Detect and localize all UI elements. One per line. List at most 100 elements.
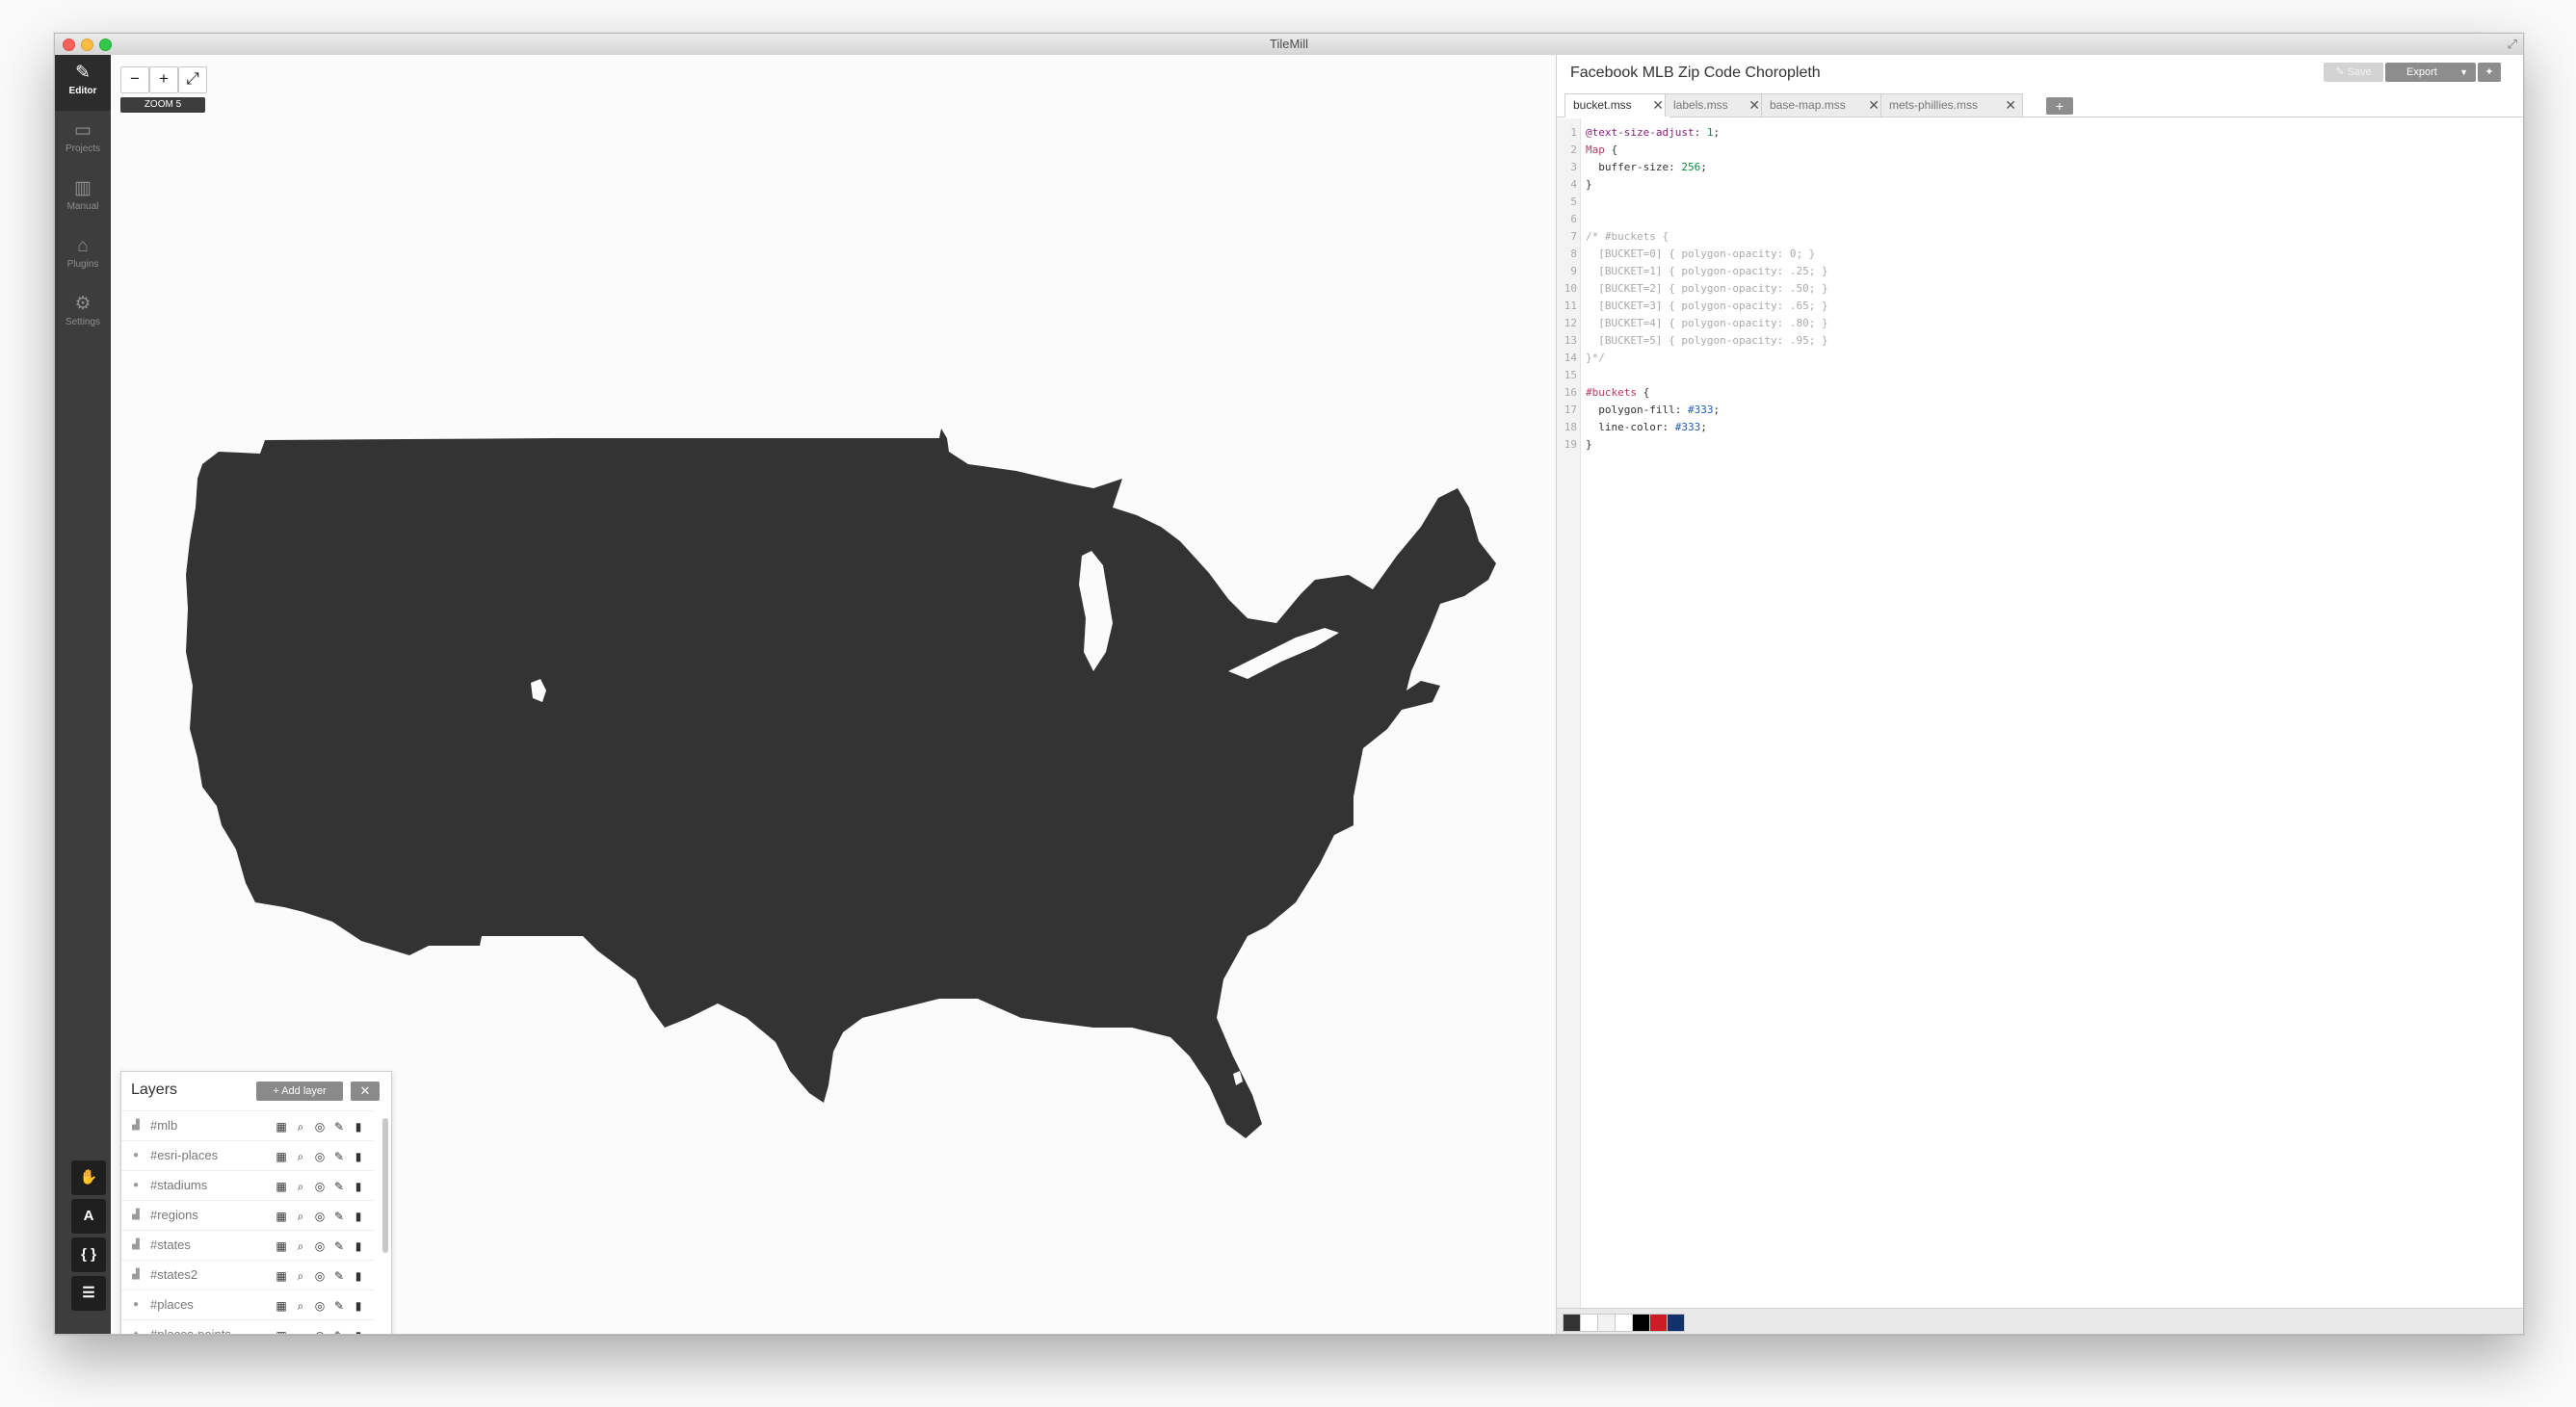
search-icon[interactable]: ⌕ <box>291 1180 310 1194</box>
code-line: [BUCKET=5] { polygon-opacity: .95; } <box>1586 334 1828 347</box>
sidebar-item-label: Projects <box>65 143 101 154</box>
table-icon[interactable]: ▦ <box>272 1239 291 1253</box>
line-number: 9 <box>1570 265 1577 277</box>
layer-row[interactable]: ▟ #states ▦ ⌕ ◎ ✎ ▮ <box>121 1230 374 1260</box>
add-layer-button[interactable]: + Add layer <box>256 1081 343 1101</box>
table-icon[interactable]: ▦ <box>272 1120 291 1133</box>
contiguous-us-landmass <box>186 429 1496 1138</box>
pencil-icon[interactable]: ✎ <box>329 1269 349 1283</box>
table-icon[interactable]: ▦ <box>272 1299 291 1313</box>
line-number: 14 <box>1564 352 1577 364</box>
line-number: 2 <box>1570 143 1577 156</box>
layer-actions: ▦⌕◎✎▮ <box>272 1297 368 1315</box>
export-label: Export <box>2406 66 2437 78</box>
fullscreen-window-icon[interactable]: ⤢ <box>2508 37 2517 52</box>
color-swatch[interactable] <box>1563 1314 1581 1332</box>
pencil-icon[interactable]: ✎ <box>329 1210 349 1223</box>
search-icon[interactable]: ⌕ <box>291 1299 310 1314</box>
pencil-icon[interactable]: ✎ <box>329 1120 349 1133</box>
eye-icon[interactable]: ◎ <box>310 1120 329 1133</box>
close-tab-icon[interactable]: ✕ <box>2005 94 2016 117</box>
pencil-icon[interactable]: ✎ <box>329 1329 349 1334</box>
trash-icon[interactable]: ▮ <box>349 1210 368 1223</box>
sidebar-item-projects[interactable]: ▭ Projects <box>55 113 111 169</box>
pencil-icon[interactable]: ✎ <box>329 1239 349 1253</box>
hand-tool-button[interactable]: ✋ <box>71 1160 106 1195</box>
trash-icon[interactable]: ▮ <box>349 1150 368 1163</box>
layers-scrollbar[interactable] <box>382 1118 388 1253</box>
search-icon[interactable]: ⌕ <box>291 1239 310 1254</box>
search-icon[interactable]: ⌕ <box>291 1120 310 1134</box>
project-settings-button[interactable]: ✦ <box>2478 63 2501 82</box>
eye-icon[interactable]: ◎ <box>310 1329 329 1334</box>
layer-row[interactable]: ● #places-points ▦⌕◎✎▮ <box>121 1319 374 1334</box>
pencil-icon[interactable]: ✎ <box>329 1180 349 1193</box>
project-title: Facebook MLB Zip Code Choropleth <box>1570 65 1821 81</box>
trash-icon[interactable]: ▮ <box>349 1120 368 1133</box>
layers-tool-button[interactable]: ☰ <box>71 1276 106 1311</box>
color-swatch[interactable] <box>1615 1314 1633 1332</box>
eye-icon[interactable]: ◎ <box>310 1150 329 1163</box>
layer-row[interactable]: ● #stadiums ▦ ⌕ ◎ ✎ ▮ <box>121 1170 374 1200</box>
color-swatch[interactable] <box>1632 1314 1650 1332</box>
search-icon[interactable]: ⌕ <box>291 1210 310 1224</box>
pencil-icon[interactable]: ✎ <box>329 1299 349 1313</box>
wrench-icon: ✦ <box>2484 66 2494 78</box>
close-tab-icon[interactable]: ✕ <box>1748 94 1760 117</box>
line-number: 3 <box>1570 161 1577 173</box>
tab-base-map-mss[interactable]: base-map.mss ✕ <box>1761 93 1886 117</box>
sidebar-item-settings[interactable]: ⚙ Settings <box>55 286 111 342</box>
trash-icon[interactable]: ▮ <box>349 1269 368 1283</box>
trash-icon[interactable]: ▮ <box>349 1180 368 1193</box>
sidebar-item-plugins[interactable]: ⌂ Plugins <box>55 228 111 284</box>
layer-row[interactable]: ▟ #regions ▦ ⌕ ◎ ✎ ▮ <box>121 1200 374 1230</box>
table-icon[interactable]: ▦ <box>272 1329 291 1334</box>
layers-header: Layers + Add layer ✕ <box>121 1072 391 1110</box>
table-icon[interactable]: ▦ <box>272 1150 291 1163</box>
color-swatch[interactable] <box>1667 1314 1685 1332</box>
color-swatch[interactable] <box>1597 1314 1616 1332</box>
pencil-icon[interactable]: ✎ <box>329 1150 349 1163</box>
eye-icon[interactable]: ◎ <box>310 1299 329 1313</box>
tab-bucket-mss[interactable]: bucket.mss ✕ <box>1564 93 1670 117</box>
layer-row[interactable]: ● #places ▦ ⌕ ◎ ✎ ▮ <box>121 1290 374 1319</box>
eye-icon[interactable]: ◎ <box>310 1269 329 1283</box>
trash-icon[interactable]: ▮ <box>349 1239 368 1253</box>
color-swatch[interactable] <box>1649 1314 1668 1332</box>
table-icon[interactable]: ▦ <box>272 1180 291 1193</box>
trash-icon[interactable]: ▮ <box>349 1329 368 1334</box>
line-number: 18 <box>1564 421 1577 433</box>
map-view[interactable]: − + ⤢ ZOOM 5 Layers + Add layer ✕ ▟ #mlb ▦… <box>111 55 1556 1334</box>
layer-row[interactable]: ▟ #states2 ▦ ⌕ ◎ ✎ ▮ <box>121 1260 374 1290</box>
map-fullscreen-button[interactable]: ⤢ <box>178 66 207 93</box>
zoom-out-button[interactable]: − <box>120 66 149 93</box>
tab-labels-mss[interactable]: labels.mss ✕ <box>1665 93 1767 117</box>
table-icon[interactable]: ▦ <box>272 1210 291 1223</box>
font-tool-button[interactable]: A <box>71 1199 106 1234</box>
eye-icon[interactable]: ◎ <box>310 1180 329 1193</box>
zoom-in-button[interactable]: + <box>149 66 178 93</box>
color-swatch[interactable] <box>1580 1314 1598 1332</box>
table-icon[interactable]: ▦ <box>272 1269 291 1283</box>
close-tab-icon[interactable]: ✕ <box>1652 94 1664 117</box>
close-tab-icon[interactable]: ✕ <box>1868 94 1879 117</box>
carto-tool-button[interactable]: { } <box>71 1238 106 1272</box>
close-layers-button[interactable]: ✕ <box>351 1081 380 1101</box>
search-icon[interactable]: ⌕ <box>291 1329 310 1334</box>
layer-actions: ▦⌕◎✎▮ <box>272 1208 368 1225</box>
search-icon[interactable]: ⌕ <box>291 1150 310 1164</box>
trash-icon[interactable]: ▮ <box>349 1299 368 1313</box>
export-button[interactable]: Export ▼ <box>2385 63 2476 82</box>
add-stylesheet-button[interactable]: + <box>2046 97 2073 115</box>
layer-row[interactable]: ● #esri-places ▦ ⌕ ◎ ✎ ▮ <box>121 1140 374 1170</box>
search-icon[interactable]: ⌕ <box>291 1269 310 1284</box>
eye-icon[interactable]: ◎ <box>310 1239 329 1253</box>
save-button[interactable]: ✎ Save <box>2324 63 2383 82</box>
code-editor[interactable]: @text-size-adjust: 1; Map { buffer-size: … <box>1586 124 1828 454</box>
tab-mets-phillies-mss[interactable]: mets-phillies.mss ✕ <box>1880 93 2023 117</box>
sidebar-item-manual[interactable]: ▥ Manual <box>55 170 111 226</box>
layer-row[interactable]: ▟ #mlb ▦ ⌕ ◎ ✎ ▮ <box>121 1110 374 1140</box>
sidebar-item-editor[interactable]: ✎ Editor <box>55 55 111 111</box>
eye-icon[interactable]: ◎ <box>310 1210 329 1223</box>
chevron-down-icon[interactable]: ▼ <box>2459 63 2468 82</box>
